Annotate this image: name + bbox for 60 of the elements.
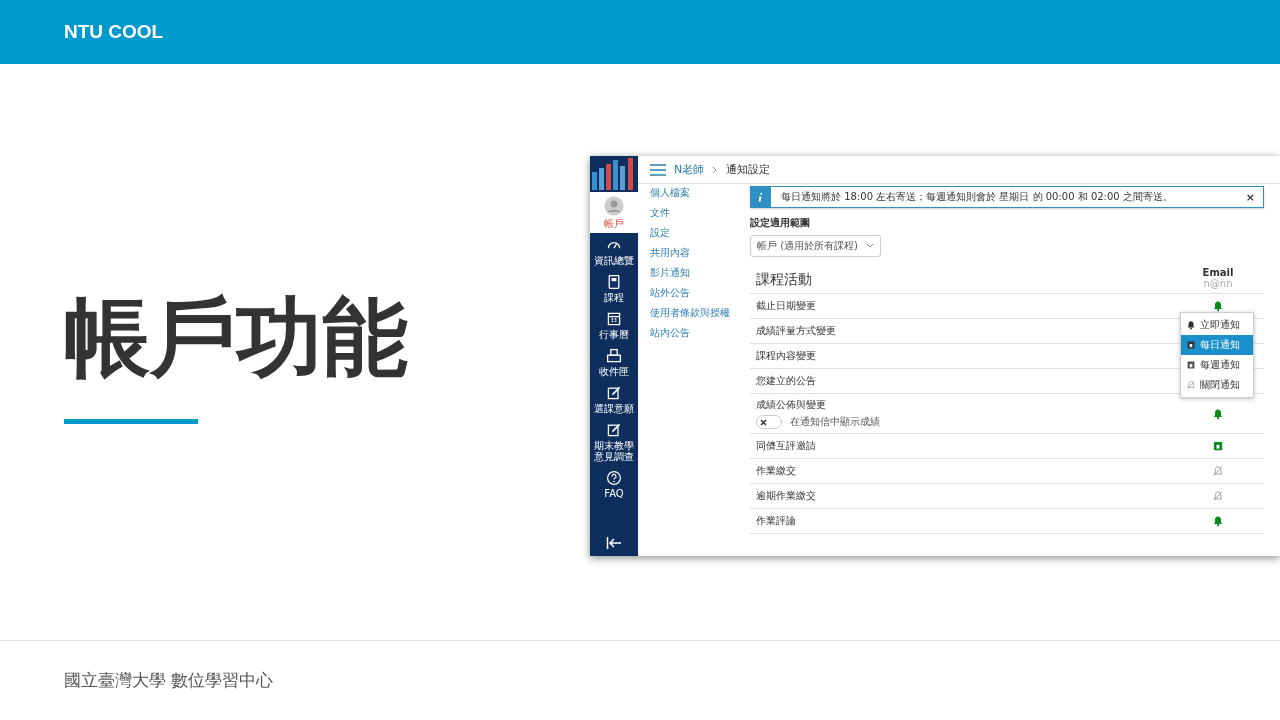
book-icon <box>606 274 622 290</box>
row-label: 作業繳交 <box>756 464 796 478</box>
menu-icon[interactable] <box>650 163 666 176</box>
bell-off-icon[interactable] <box>1212 465 1224 477</box>
scope-dropdown[interactable]: 帳戶 (適用於所有課程) <box>750 235 881 257</box>
help-icon <box>606 470 622 486</box>
account-nav-link[interactable]: 個人檔案 <box>650 186 742 200</box>
row-label: 逾期作業繳交 <box>756 489 816 503</box>
row-label: 課程內容變更 <box>756 349 816 363</box>
slide-title: 帳戶功能 <box>64 286 408 389</box>
nav-item[interactable]: 課程 <box>590 270 638 307</box>
edit-icon <box>606 422 622 438</box>
nav-item[interactable]: 資訊總覽 <box>590 233 638 270</box>
toggle-switch[interactable] <box>756 415 782 429</box>
toggle-label: 在通知信中顯示成績 <box>790 415 880 429</box>
edit-icon <box>606 385 622 401</box>
chevron-icon <box>712 165 719 174</box>
menu-item[interactable]: 關閉通知 <box>1181 375 1253 395</box>
account-nav-link[interactable]: 文件 <box>650 206 742 220</box>
nav-item[interactable]: 帳戶 <box>590 192 638 233</box>
row-label: 您建立的公告 <box>756 374 816 388</box>
alert-text: 每日通知將於 18:00 左右寄送；每週通知則會於 星期日 的 00:00 和 02:00 之間寄送。 <box>780 190 1174 204</box>
close-button[interactable]: × <box>1237 190 1263 204</box>
nav-item[interactable]: 期末教學意見調查 <box>590 418 638 466</box>
nav-item[interactable]: 收件匣 <box>590 344 638 381</box>
nav-item[interactable]: 行事曆 <box>590 307 638 344</box>
breadcrumb-item[interactable]: N老師 <box>674 162 705 177</box>
section-heading: 課程活動 <box>756 271 812 289</box>
field-label: 設定適用範圍 <box>750 216 811 230</box>
row-label: 作業評論 <box>756 514 796 528</box>
email-address: n@nn <box>1203 278 1233 289</box>
menu-item[interactable]: 每週通知 <box>1181 355 1253 375</box>
avatar-icon <box>604 196 624 216</box>
bell-icon[interactable] <box>1186 320 1196 330</box>
breadcrumb-item: 通知設定 <box>726 162 771 177</box>
row-label: 截止日期變更 <box>756 299 816 313</box>
menu-item[interactable]: 立即通知 <box>1181 315 1253 335</box>
footer-text: 國立臺灣大學 數位學習中心 <box>64 669 274 692</box>
bell-off-icon[interactable] <box>1212 490 1224 502</box>
account-nav-link[interactable]: 影片通知 <box>650 266 742 280</box>
account-nav-link[interactable]: 共用內容 <box>650 246 742 260</box>
x-icon <box>758 416 769 428</box>
menu-item[interactable]: 每日通知 <box>1181 335 1253 355</box>
calendar-icon <box>606 311 622 327</box>
nav-item[interactable]: 選課意願 <box>590 381 638 418</box>
collapse-icon[interactable] <box>606 536 622 550</box>
account-nav-link[interactable]: 設定 <box>650 226 742 240</box>
caret-icon <box>866 243 874 249</box>
brand-title: NTU COOL <box>64 21 164 43</box>
nav-item[interactable]: FAQ <box>590 466 638 503</box>
account-nav-link[interactable]: 站外公告 <box>650 286 742 300</box>
row-label: 同儕互評邀請 <box>756 439 816 453</box>
calendar-icon[interactable] <box>1186 360 1196 370</box>
inbox-icon <box>606 348 622 364</box>
account-nav-link[interactable]: 使用者條款與授權 <box>650 306 742 320</box>
calendar-icon[interactable] <box>1186 340 1196 350</box>
row-label: 成績公佈與變更 <box>756 398 827 412</box>
account-nav-link[interactable]: 站內公告 <box>650 326 742 340</box>
row-label: 成績評量方式變更 <box>756 324 836 338</box>
column-heading: Email <box>1202 267 1234 278</box>
